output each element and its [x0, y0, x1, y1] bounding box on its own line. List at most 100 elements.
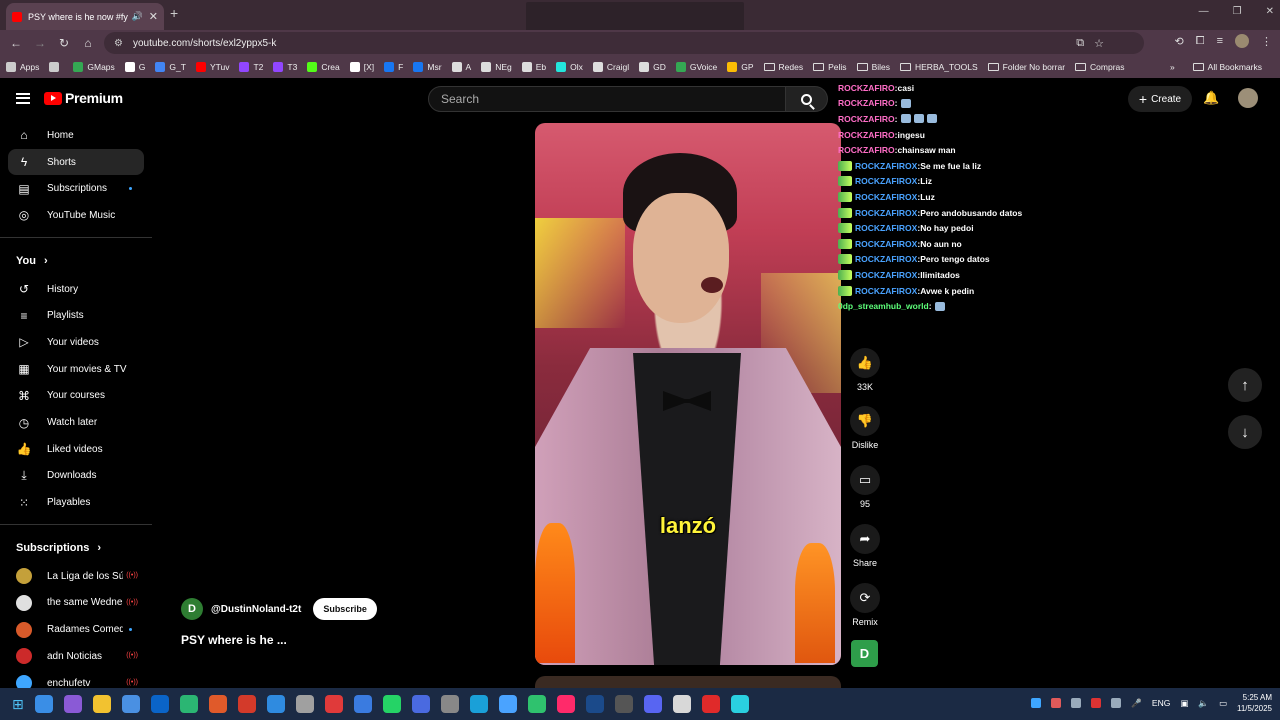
account-avatar[interactable]: [1238, 88, 1258, 108]
history-icon[interactable]: ⟲: [1175, 35, 1184, 48]
sidebar-item-history[interactable]: ↺ History: [0, 276, 152, 303]
all-bookmarks-folder[interactable]: All Bookmarks: [1192, 62, 1262, 72]
browser-tab-active[interactable]: PSY where is he now #fyp 🔊 ✕: [6, 3, 164, 30]
taskbar-app-icon[interactable]: [324, 695, 343, 713]
sidebar-item-your-courses[interactable]: ⌘ Your courses: [0, 383, 152, 410]
bookmarks-more-icon[interactable]: »: [1170, 62, 1175, 72]
new-tab-button[interactable]: +: [170, 5, 178, 21]
sidebar-subscription-channel[interactable]: the same Wedne... ((•)): [0, 590, 152, 617]
taskbar-app-icon[interactable]: [411, 695, 430, 713]
bookmark-folder[interactable]: Pelis: [813, 62, 847, 72]
taskbar-app-icon[interactable]: [701, 695, 720, 713]
bookmark-item[interactable]: GVoice: [675, 62, 717, 72]
short-video-player[interactable]: lanzó: [535, 123, 841, 665]
forward-arrow-icon[interactable]: →: [28, 36, 52, 50]
bookmark-item[interactable]: Craigl: [592, 62, 629, 72]
sidebar-you-header[interactable]: You ›: [0, 246, 152, 276]
previous-short-button[interactable]: ↑: [1228, 368, 1262, 402]
taskbar-app-icon[interactable]: [150, 695, 169, 713]
taskbar-app-icon[interactable]: [121, 695, 140, 713]
search-input[interactable]: Search: [428, 86, 786, 112]
bookmark-item[interactable]: G_T: [155, 62, 186, 72]
bookmark-item[interactable]: T3: [273, 62, 297, 72]
taskbar-app-icon[interactable]: [614, 695, 633, 713]
short-title[interactable]: PSY where is he ...: [181, 633, 287, 647]
taskbar-app-icon[interactable]: [266, 695, 285, 713]
taskbar-app-icon[interactable]: [92, 695, 111, 713]
sidebar-subscriptions-header[interactable]: Subscriptions ›: [0, 533, 152, 563]
taskbar-app-icon[interactable]: [498, 695, 517, 713]
bookmark-item[interactable]: A: [451, 62, 471, 72]
sidebar-item-playables[interactable]: ⁙ Playables: [0, 489, 152, 516]
bookmark-item[interactable]: GP: [727, 62, 754, 72]
taskbar-app-icon[interactable]: [672, 695, 691, 713]
address-bar[interactable]: ⚙ youtube.com/shorts/exl2yppx5-k ⧉ ☆: [104, 32, 1144, 54]
bookmark-item[interactable]: [X]: [349, 62, 374, 72]
sidebar-item-playlists[interactable]: ≡ Playlists: [0, 302, 152, 329]
menu-kebab-icon[interactable]: ⋮: [1261, 35, 1272, 48]
subscribe-button[interactable]: Subscribe: [313, 598, 377, 620]
sidebar-item-your-videos[interactable]: ▷ Your videos: [0, 329, 152, 356]
tray-app-icon[interactable]: [1091, 698, 1102, 708]
bookmark-folder[interactable]: Redes: [763, 62, 803, 72]
taskbar-app-icon[interactable]: [208, 695, 227, 713]
back-arrow-icon[interactable]: ←: [4, 36, 28, 50]
taskbar-app-icon[interactable]: [527, 695, 546, 713]
bookmark-item[interactable]: GD: [639, 62, 666, 72]
bookmark-item[interactable]: F: [384, 62, 403, 72]
volume-icon[interactable]: 🔈: [1198, 698, 1209, 709]
dislike-button[interactable]: 👎: [850, 406, 880, 436]
language-indicator[interactable]: ENG: [1152, 698, 1170, 708]
minimize-button[interactable]: —: [1199, 6, 1209, 17]
bookmark-item[interactable]: Eb: [521, 62, 546, 72]
taskbar-app-icon[interactable]: [440, 695, 459, 713]
sidebar-subscription-channel[interactable]: Radames Comedy: [0, 616, 152, 643]
taskbar-app-icon[interactable]: [556, 695, 575, 713]
tray-app-icon[interactable]: [1051, 698, 1062, 708]
bookmark-item[interactable]: Crea: [307, 62, 340, 72]
bookmark-folder[interactable]: Compras: [1075, 62, 1125, 72]
taskbar-app-icon[interactable]: [353, 695, 372, 713]
sidebar-item-youtube-music[interactable]: ◎ YouTube Music: [0, 202, 152, 229]
sidebar-item-home[interactable]: ⌂ Home: [0, 122, 152, 149]
bookmark-item[interactable]: Msr: [413, 62, 442, 72]
sidebar-item-subscriptions[interactable]: ▤ Subscriptions: [0, 175, 152, 202]
share-button[interactable]: ➦: [850, 524, 880, 554]
channel-avatar[interactable]: D: [181, 598, 203, 620]
channel-name[interactable]: @DustinNoland-t2t: [211, 604, 301, 615]
tray-app-icon[interactable]: [1111, 698, 1122, 708]
media-controls-icon[interactable]: ≡: [1217, 35, 1223, 47]
bookmark-item[interactable]: Apps: [6, 62, 39, 72]
bookmark-item[interactable]: T2: [239, 62, 263, 72]
next-short-button[interactable]: ↓: [1228, 415, 1262, 449]
notifications-bell-icon[interactable]: 🔔: [1203, 90, 1219, 106]
windows-start-icon[interactable]: ⊞: [12, 696, 24, 713]
remix-button[interactable]: ⟳: [850, 583, 880, 613]
tray-app-icon[interactable]: [1071, 698, 1082, 708]
bookmark-item[interactable]: G: [124, 62, 145, 72]
taskbar-app-icon[interactable]: [34, 695, 53, 713]
taskbar-app-icon[interactable]: [179, 695, 198, 713]
sound-source-avatar[interactable]: D: [851, 640, 878, 667]
sidebar-item-watch-later[interactable]: ◷ Watch later: [0, 409, 152, 436]
taskbar-app-icon[interactable]: [643, 695, 662, 713]
comments-button[interactable]: ▭: [850, 465, 880, 495]
sidebar-subscription-channel[interactable]: adn Noticias ((•)): [0, 643, 152, 670]
hamburger-menu-icon[interactable]: [16, 92, 30, 104]
bookmark-folder[interactable]: Folder No borrar: [987, 62, 1065, 72]
bookmark-item[interactable]: [49, 62, 63, 72]
site-info-icon[interactable]: ⚙: [114, 38, 123, 49]
install-app-icon[interactable]: ⧉: [1076, 37, 1084, 50]
clock[interactable]: 5:25 AM 11/5/2025: [1237, 692, 1272, 714]
bookmark-item[interactable]: GMaps: [73, 62, 115, 72]
audio-icon[interactable]: 🔊: [132, 11, 143, 22]
battery-icon[interactable]: ▭: [1219, 698, 1227, 709]
maximize-button[interactable]: ❐: [1233, 6, 1242, 17]
bookmark-folder[interactable]: HERBA_TOOLS: [900, 62, 978, 72]
bookmark-item[interactable]: Olx: [556, 62, 583, 72]
taskbar-app-icon[interactable]: [730, 695, 749, 713]
create-button[interactable]: + Create: [1128, 86, 1192, 112]
sidebar-subscription-channel[interactable]: La Liga de los Sú...((•)): [0, 563, 152, 590]
tray-app-icon[interactable]: [1031, 698, 1042, 708]
sidebar-item-downloads[interactable]: ⤓ Downloads: [0, 463, 152, 490]
